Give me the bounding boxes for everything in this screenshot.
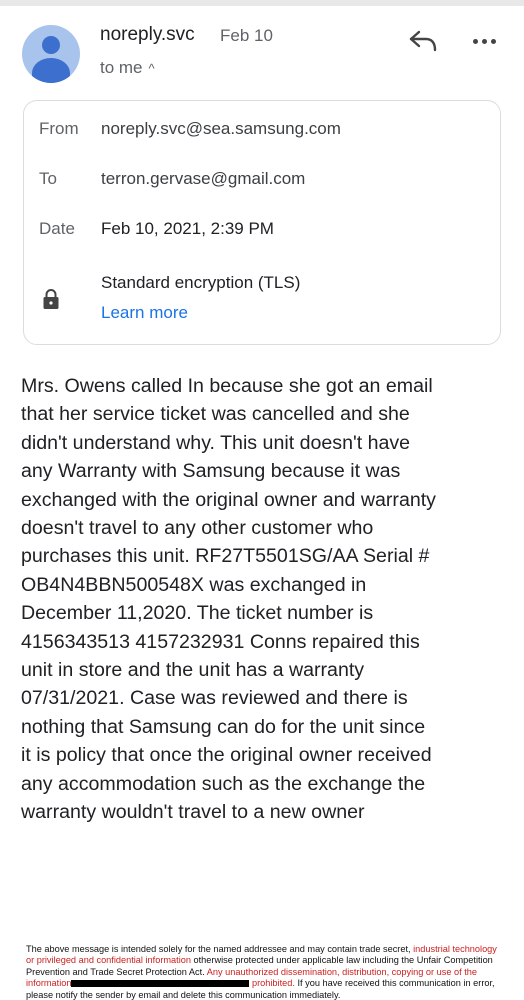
message-details-card: From noreply.svc@sea.samsung.com To terr…: [23, 100, 501, 345]
learn-more-link[interactable]: Learn more: [101, 303, 188, 323]
disclaimer-part-5: prohibited.: [249, 978, 295, 989]
top-divider: [0, 0, 524, 6]
reply-icon[interactable]: [408, 28, 438, 54]
from-address[interactable]: noreply.svc@sea.samsung.com: [101, 119, 341, 139]
sender-avatar[interactable]: [22, 25, 80, 83]
received-date: Feb 10: [220, 26, 273, 45]
to-address[interactable]: terron.gervase@gmail.com: [101, 169, 305, 189]
avatar-person-icon: [42, 36, 60, 54]
legal-disclaimer: The above message is intended solely for…: [26, 944, 502, 1000]
redaction-bar: [71, 980, 250, 988]
recipients-toggle[interactable]: to me ^: [100, 58, 155, 78]
from-label: From: [39, 119, 79, 138]
sender-name: noreply.svc: [100, 24, 195, 45]
chevron-up-icon: ^: [148, 60, 155, 76]
to-me-label: to me: [100, 58, 143, 77]
to-label: To: [39, 169, 57, 188]
date-label: Date: [39, 219, 75, 238]
encryption-status: Standard encryption (TLS): [101, 273, 301, 292]
message-body: Mrs. Owens called In because she got an …: [21, 375, 436, 824]
date-value: Feb 10, 2021, 2:39 PM: [101, 219, 274, 238]
more-options-icon[interactable]: [470, 30, 498, 52]
lock-icon: [43, 289, 59, 309]
disclaimer-part-1: The above message is intended solely for…: [26, 944, 414, 954]
